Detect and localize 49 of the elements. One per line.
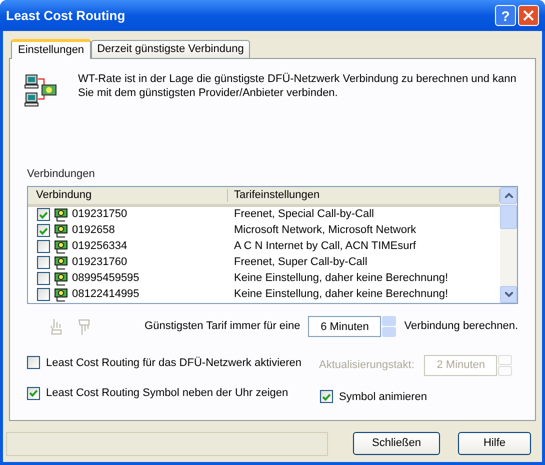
interval-label: Günstigsten Tarif immer für eine [144,319,300,334]
modem-icon [54,240,68,254]
scrollbar[interactable] [500,186,517,302]
tariff-text: A C N Internet by Call, ACN TIMEsurf [233,239,416,254]
checkbox[interactable] [27,356,40,370]
checkbox[interactable] [37,256,50,269]
checkbox[interactable] [27,386,40,400]
tariff-text: Freenet, Super Call-by-Call [233,255,368,270]
close-icon [523,10,534,21]
checkbox[interactable] [37,288,50,301]
checkbox[interactable] [320,390,333,404]
modem-icon [54,256,68,270]
list-label: Verbindungen [27,167,95,182]
description-text: WT-Rate ist in der Lage die günstigste DFÜ-Netzwerk Verbindung zu berechnen und kann Sie mit dem günstigsten Provider/Anbieter verbinden. [78,72,518,101]
connection-number: 019256334 [72,239,128,254]
connection-number: 08122414995 [72,287,140,302]
modem-icon [54,288,68,302]
tariff-text: Microsoft Network, Microsoft Network [233,223,416,238]
tab[interactable]: Einstellungen [11,39,92,59]
scroll-down-button[interactable] [500,286,517,302]
interval-field[interactable]: 6 Minuten [308,316,382,337]
modem-icon [54,272,68,286]
help-button[interactable]: ? [495,5,516,26]
modem-icon [54,224,68,238]
connection-number: 019231750 [72,207,128,222]
interval-suffix: Verbindung berechnen. [404,319,518,334]
close-dialog-button[interactable]: Schließen [353,432,440,455]
close-button[interactable] [518,5,539,26]
tab[interactable]: Derzeit günstigste Verbindung [91,40,250,58]
option-label: Symbol animieren [339,390,428,404]
checkbox[interactable] [37,224,50,237]
checkbox[interactable] [37,208,50,221]
connection-number: 019231760 [72,255,128,270]
connection-number: 0192658 [72,223,115,238]
help-dialog-button[interactable]: Hilfe [458,432,531,455]
column-header[interactable]: Verbindung [28,188,228,202]
scroll-up-button[interactable] [500,186,517,204]
checkbox[interactable] [37,272,50,285]
tariff-text: Keine Einstellung, daher keine Berechnung! [233,287,448,302]
connection-number: 08995459595 [72,271,140,286]
tariff-text: Freenet, Special Call-by-Call [233,207,374,222]
scroll-thumb[interactable] [500,204,517,228]
update-interval-label: Aktualisierungstakt: [319,358,414,373]
checkbox[interactable] [37,240,50,253]
option-label: Least Cost Routing für das DFÜ-Netzwerk aktivieren [46,356,302,370]
window-title: Least Cost Routing [6,6,126,25]
modem-icon [54,208,68,222]
option-label: Least Cost Routing Symbol neben der Uhr zeigen [46,386,288,401]
tariff-text: Keine Einstellung, daher keine Berechnung! [233,271,448,286]
